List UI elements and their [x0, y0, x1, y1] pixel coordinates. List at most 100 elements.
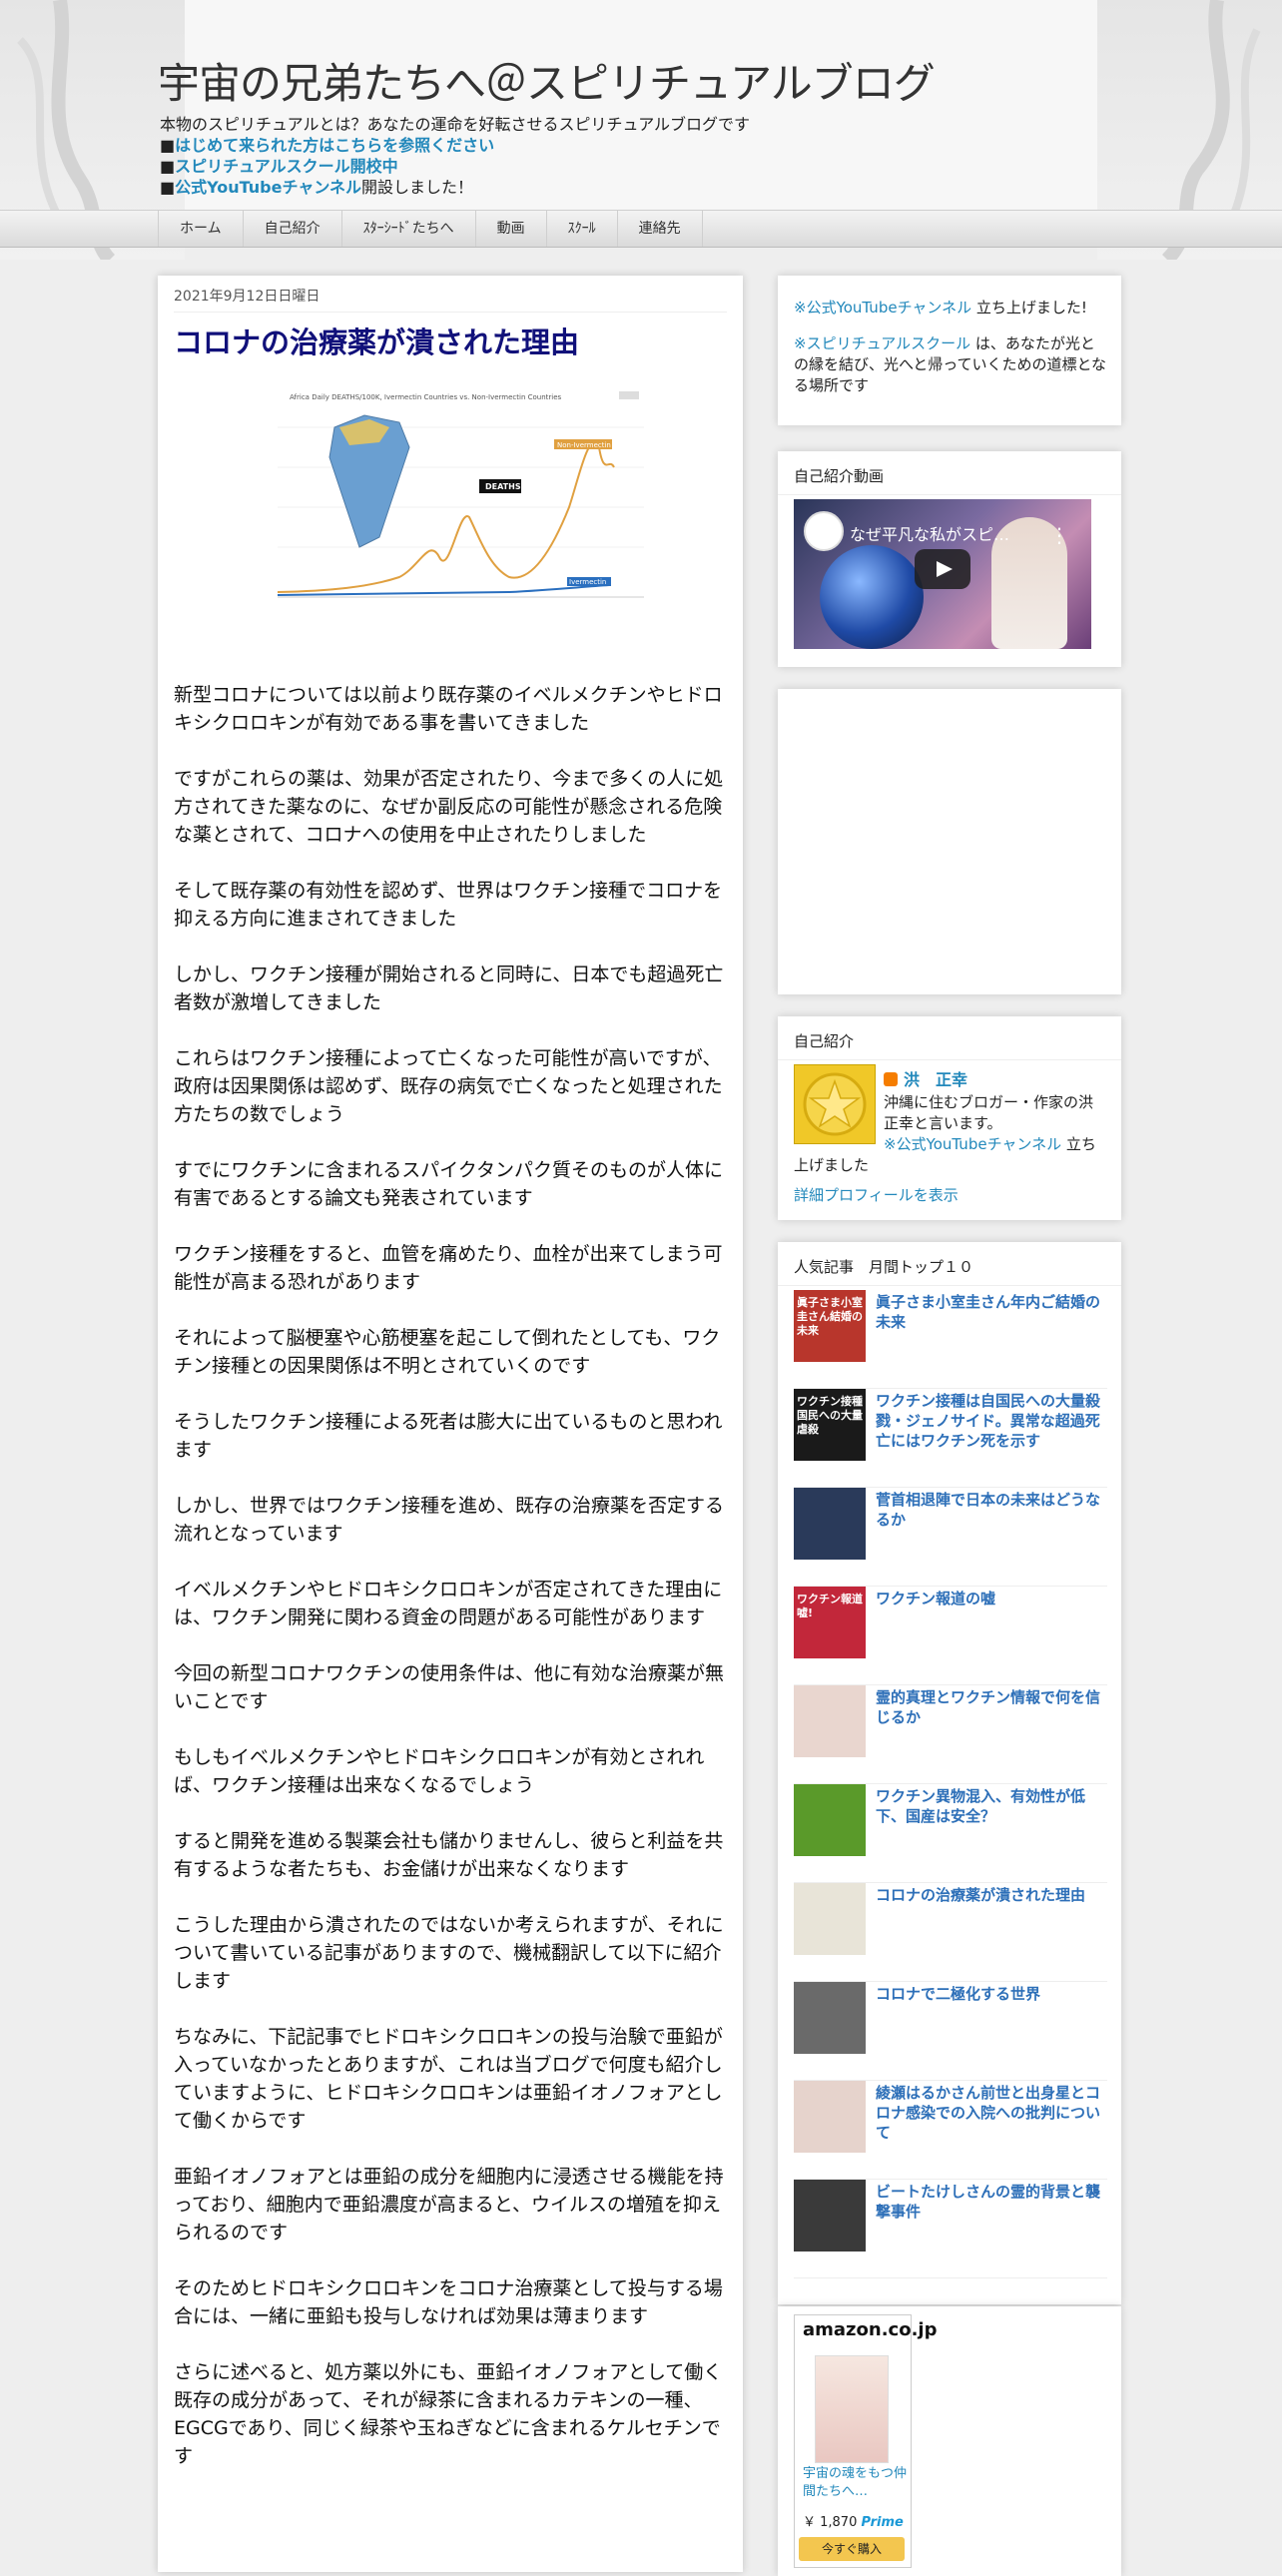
non-ivermectin-series-line	[277, 441, 615, 593]
tab-school[interactable]: ｽｸｰﾙ	[545, 211, 617, 247]
popular-post-item[interactable]: コロナの治療薬が潰された理由	[794, 1883, 1107, 1982]
post-title[interactable]: コロナの治療薬が潰された理由	[174, 320, 579, 361]
header-link-row: ■はじめて来られた方はこちらを参照ください	[160, 135, 750, 156]
more-vert-icon[interactable]: ⋮	[1049, 523, 1069, 547]
globe-graphic	[820, 545, 924, 649]
profile-text: 沖縄に住むブロガー・作家の洪 正幸と言います。 ※公式YouTubeチャンネル …	[794, 1092, 1107, 1176]
post-paragraph: それによって脳梗塞や心筋梗塞を起こして倒れたとしても、ワクチン接種との因果関係は…	[174, 1327, 721, 1377]
blog-title[interactable]: 宇宙の兄弟たちへ＠スピリチュアルブログ	[158, 50, 936, 111]
post-paragraph: ワクチン接種をすると、血管を痛めたり、血栓が出来てしまう可能性が高まる恐れがあり…	[174, 1243, 723, 1293]
popular-post-title[interactable]: 眞子さま小室圭さん年内ご結婚の未来	[876, 1292, 1107, 1332]
youtube-suffix: 開設しました！	[361, 178, 474, 197]
popular-post-title[interactable]: ワクチン報道の嘘	[876, 1589, 1107, 1609]
book-cover-image[interactable]	[815, 2355, 889, 2463]
first-visit-link[interactable]: はじめて来られた方はこちらを参照ください	[175, 136, 494, 155]
post-paragraph: しかし、世界ではワクチン接種を進め、既存の治療薬を否定する流れとなっています	[174, 1495, 725, 1545]
popular-post-item[interactable]: コロナで二極化する世界	[794, 1982, 1107, 2081]
popular-post-title[interactable]: ワクチン接種は自国民への大量殺戮・ジェノサイド。異常な超過死亡にはワクチン死を示…	[876, 1391, 1107, 1451]
post-paragraph: ですがこれらの薬は、効果が否定されたり、今まで多くの人に処方されてきた薬なのに、…	[174, 768, 724, 846]
post-paragraph: すでにワクチンに含まれるスパイクタンパク質そのものが人体に有害であるとする論文も…	[174, 1159, 724, 1209]
blog-description: 本物のスピリチュアルとは？あなたの運命を好転させるスピリチュアルブログです ■は…	[160, 114, 750, 198]
tab-starseeds[interactable]: ｽﾀｰｼｰﾄﾞたちへ	[340, 211, 475, 247]
announcement-youtube-link[interactable]: ※公式YouTubeチャンネル	[794, 299, 971, 317]
popular-post-thumbnail[interactable]	[794, 1883, 866, 1955]
bullet-icon: ■	[160, 136, 176, 155]
view-full-profile-link[interactable]: 詳細プロフィールを表示	[794, 1184, 959, 1205]
popular-post-title[interactable]: ビートたけしさんの霊的背景と襲撃事件	[876, 2182, 1107, 2222]
post-paragraph: そのためヒドロキシクロロキンをコロナ治療薬として投与する場合には、一緒に亜鉛も投…	[174, 2277, 723, 2327]
popular-post-title[interactable]: コロナの治療薬が潰された理由	[876, 1885, 1107, 1905]
post-paragraph: これらはワクチン接種によって亡くなった可能性が高いですが、政府は因果関係は認めず…	[174, 1047, 723, 1125]
popular-post-title[interactable]: 菅首相退陣で日本の未来はどうなるか	[876, 1490, 1107, 1530]
post-paragraph: しかし、ワクチン接種が開始されると同時に、日本でも超過死亡者数が激増してきました	[174, 964, 724, 1013]
blogger-icon	[884, 1072, 898, 1086]
popular-post-title[interactable]: コロナで二極化する世界	[876, 1984, 1107, 2004]
blog-header: 宇宙の兄弟たちへ＠スピリチュアルブログ 本物のスピリチュアルとは？あなたの運命を…	[0, 0, 1282, 260]
popular-post-item[interactable]: 眞子さま小室圭さん結婚の未来 眞子さま小室圭さん年内ご結婚の未来	[794, 1290, 1107, 1389]
popular-post-thumbnail[interactable]	[794, 1982, 866, 2054]
profile-text-line: 沖縄に住むブロガー・作家の洪	[884, 1093, 1094, 1111]
image-chart-title: Africa Daily DEATHS/100K, Ivermectin Cou…	[290, 393, 562, 401]
channel-avatar[interactable]	[804, 511, 844, 551]
price-text: ￥ 1,870	[803, 2515, 858, 2530]
non-ivermectin-label: Non-Ivermectin	[557, 441, 611, 449]
popular-post-title[interactable]: ワクチン異物混入、有効性が低下、国産は安全？	[876, 1786, 1107, 1826]
popular-post-item[interactable]: 菅首相退陣で日本の未来はどうなるか	[794, 1488, 1107, 1587]
amazon-product-card[interactable]: amazon.co.jp 宇宙の魂をもつ仲間たちへ… ￥ 1,870 Prime…	[794, 2314, 937, 2568]
popular-post-item[interactable]: ワクチン報道嘘! ワクチン報道の嘘	[794, 1587, 1107, 1685]
intro-video-widget: 自己紹介動画 なぜ平凡な私がスピ… ⋮	[778, 451, 1121, 667]
announcement-youtube-text: 立ち上げました!	[971, 299, 1087, 317]
post-body: 新型コロナについては以前より既存薬のイベルメクチンやヒドロキシクロロキンが有効で…	[174, 681, 729, 2498]
popular-post-thumbnail[interactable]: ワクチン報道嘘!	[794, 1587, 866, 1658]
popular-post-item[interactable]: ビートたけしさんの霊的背景と襲撃事件	[794, 2180, 1107, 2278]
post-paragraph: こうした理由から潰されたのではないか考えられますが、それについて書いている記事が…	[174, 1914, 724, 1992]
play-icon[interactable]	[915, 549, 970, 589]
post-paragraph: すると開発を進める製薬会社も儲かりませんし、彼らと利益を共有するような者たちも、…	[174, 1830, 724, 1880]
buy-now-button[interactable]: 今すぐ購入	[799, 2537, 905, 2561]
thumbnail-caption: 眞子さま小室圭さん結婚の未来	[797, 1296, 863, 1337]
popular-post-thumbnail[interactable]	[794, 1488, 866, 1560]
amazon-widget: amazon.co.jp 宇宙の魂をもつ仲間たちへ… ￥ 1,870 Prime…	[778, 2306, 1121, 2576]
profile-name[interactable]: 洪 正幸	[884, 1066, 967, 1090]
popular-post-thumbnail[interactable]	[794, 1784, 866, 1856]
popular-post-title[interactable]: 霊的真理とワクチン情報で何を信じるか	[876, 1687, 1107, 1727]
popular-post-item[interactable]: 霊的真理とワクチン情報で何を信じるか	[794, 1685, 1107, 1784]
announcement-widget: ※公式YouTubeチャンネル 立ち上げました! ※スピリチュアルスクール は、…	[778, 276, 1121, 425]
post-paragraph: ちなみに、下記記事でヒドロキシクロロキンの投与治験で亜鉛が入っていなかったとあり…	[174, 2026, 723, 2132]
post-paragraph: さらに述べると、処方薬以外にも、亜鉛イオノフォアとして働く既存の成分があって、そ…	[174, 2361, 723, 2467]
popular-post-title[interactable]: 綾瀬はるかさん前世と出身星とコロナ感染での入院への批判について	[876, 2083, 1107, 2143]
popular-post-item[interactable]: ワクチン異物混入、有効性が低下、国産は安全？	[794, 1784, 1107, 1883]
image-badge	[619, 391, 639, 399]
popular-post-item[interactable]: ワクチン接種国民への大量虐殺 ワクチン接種は自国民への大量殺戮・ジェノサイド。異常…	[794, 1389, 1107, 1488]
youtube-video-embed[interactable]: なぜ平凡な私がスピ… ⋮	[794, 499, 1091, 649]
announcement-school-link[interactable]: ※スピリチュアルスクール	[794, 334, 970, 352]
nav-bar: ホーム 自己紹介 ｽﾀｰｼｰﾄﾞたちへ 動画 ｽｸｰﾙ 連絡先	[0, 210, 1282, 248]
book-title-link[interactable]: 宇宙の魂をもつ仲間たちへ…	[803, 2465, 907, 2501]
popular-posts-widget: 人気記事 月間トップ１０ 眞子さま小室圭さん結婚の未来 眞子さま小室圭さん年内ご結…	[778, 1242, 1121, 2304]
post-chart-image[interactable]: Africa Daily DEATHS/100K, Ivermectin Cou…	[250, 387, 649, 613]
thumbnail-caption: ワクチン報道嘘!	[797, 1593, 863, 1619]
popular-post-thumbnail[interactable]	[794, 1685, 866, 1757]
video-title[interactable]: なぜ平凡な私がスピ…	[850, 521, 1009, 545]
tab-profile[interactable]: 自己紹介	[242, 211, 341, 247]
popular-post-item[interactable]: 綾瀬はるかさん前世と出身星とコロナ感染での入院への批判について	[794, 2081, 1107, 2180]
bullet-icon: ■	[160, 157, 176, 176]
profile-youtube-link[interactable]: ※公式YouTubeチャンネル	[884, 1135, 1061, 1153]
tab-home[interactable]: ホーム	[158, 211, 243, 247]
popular-post-thumbnail[interactable]	[794, 2081, 866, 2153]
tab-videos[interactable]: 動画	[474, 211, 546, 247]
popular-post-thumbnail[interactable]: 眞子さま小室圭さん結婚の未来	[794, 1290, 866, 1362]
popular-post-thumbnail[interactable]	[794, 2180, 866, 2252]
popular-post-thumbnail[interactable]: ワクチン接種国民への大量虐殺	[794, 1389, 866, 1461]
youtube-channel-link[interactable]: 公式YouTubeチャンネル	[175, 178, 361, 197]
tab-contact[interactable]: 連絡先	[616, 211, 703, 247]
spiritual-school-link[interactable]: スピリチュアルスクール開校中	[175, 157, 398, 176]
header-link-row: ■公式YouTubeチャンネル開設しました！	[160, 177, 750, 198]
widget-heading: 自己紹介動画	[778, 451, 1121, 495]
profile-name-text[interactable]: 洪 正幸	[904, 1070, 967, 1089]
africa-deaths-chart-image: Africa Daily DEATHS/100K, Ivermectin Cou…	[277, 391, 644, 598]
post-paragraph: 新型コロナについては以前より既存薬のイベルメクチンやヒドロキシクロロキンが有効で…	[174, 684, 723, 734]
post-paragraph: もしもイベルメクチンやヒドロキシクロロキンが有効とされれば、ワクチン接種は出来な…	[174, 1746, 705, 1796]
post-paragraph: そうしたワクチン接種による死者は膨大に出ているものと思われます	[174, 1411, 723, 1461]
profile-widget: 自己紹介 洪 正幸 沖縄に住むブロガー・作家の洪 正幸と言います。 ※公式You…	[778, 1016, 1121, 1220]
